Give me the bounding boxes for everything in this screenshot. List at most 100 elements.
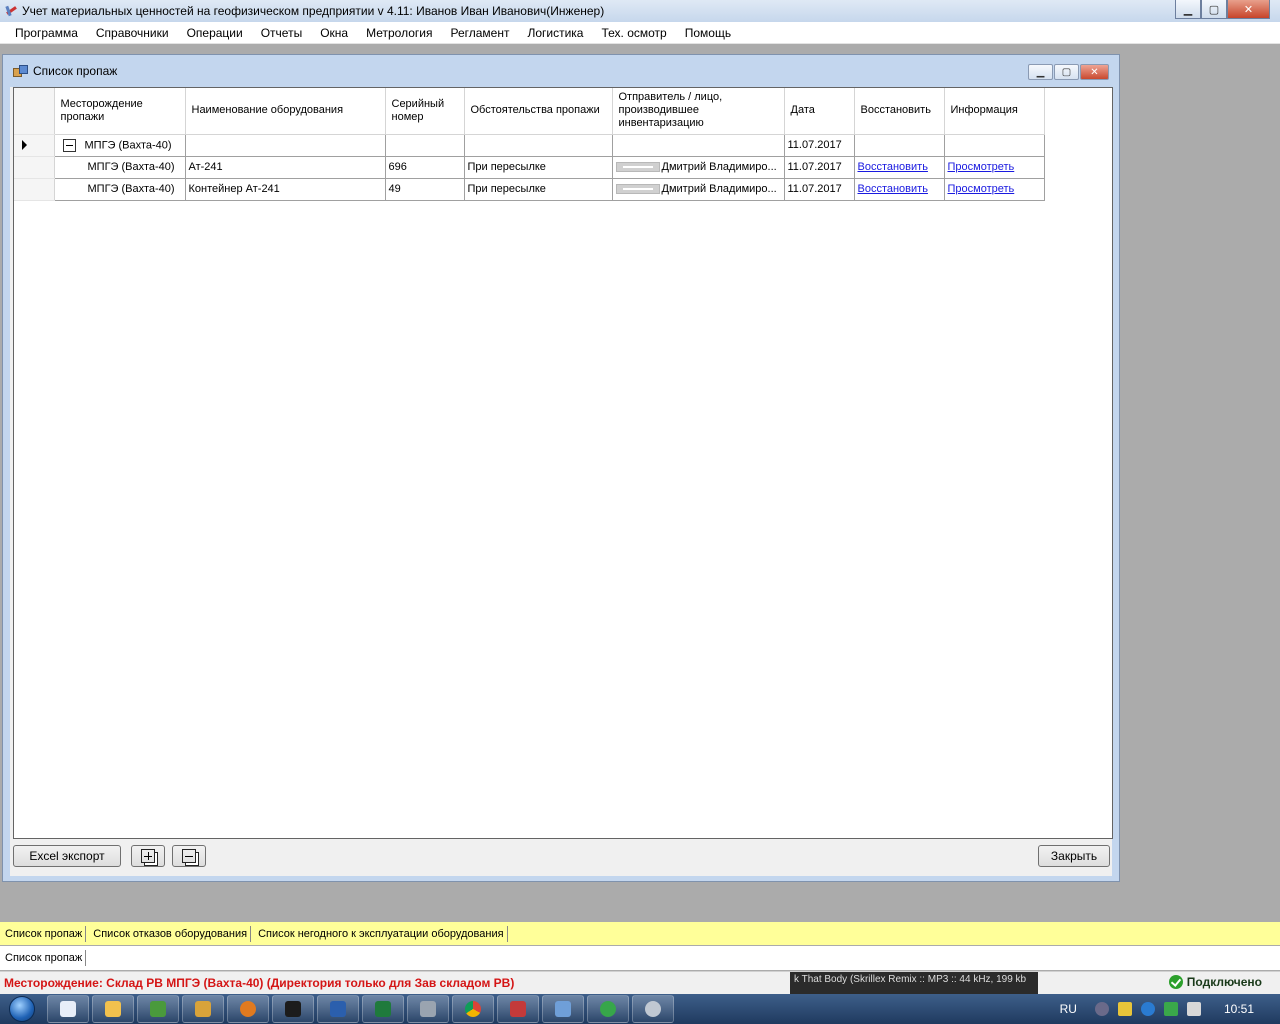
redacted-block — [615, 184, 660, 195]
taskbar-app-terminal[interactable] — [272, 995, 314, 1023]
col-header-sender[interactable]: Отправитель / лицо, производившее инвент… — [612, 88, 785, 135]
view-link[interactable]: Просмотреть — [948, 161, 1015, 173]
restore-link[interactable]: Восстановить — [858, 183, 928, 195]
col-header-field[interactable]: Месторождение пропажи — [54, 88, 186, 135]
taskbar-app-inventory[interactable] — [497, 995, 539, 1023]
circumstance-cell: При пересылке — [464, 156, 613, 179]
taskbar-app-tool[interactable] — [407, 995, 449, 1023]
view-link[interactable]: Просмотреть — [948, 183, 1015, 195]
tab-failure-list[interactable]: Список отказов оборудования — [90, 925, 252, 942]
close-window-button[interactable]: Закрыть — [1038, 845, 1110, 867]
clock[interactable]: 10:51 — [1224, 1002, 1254, 1016]
app-icon — [510, 1001, 526, 1017]
taskbar-app-word[interactable] — [317, 995, 359, 1023]
table-row[interactable]: МПГЭ (Вахта-40) Контейнер Ат-241 49 При … — [14, 178, 1045, 201]
connection-status-label: Подключено — [1186, 975, 1262, 989]
collapse-group-icon[interactable] — [63, 138, 76, 152]
row-selector[interactable] — [14, 178, 55, 201]
menu-reports[interactable]: Отчеты — [252, 26, 311, 40]
tray-network-icon[interactable] — [1163, 1002, 1178, 1016]
grid-header-row: Месторождение пропажи Наименование обору… — [14, 88, 1045, 135]
taskbar-app-notes[interactable] — [47, 995, 89, 1023]
group-row[interactable]: МПГЭ (Вахта-40) 11.07.2017 — [14, 134, 1045, 157]
menu-program[interactable]: Программа — [6, 26, 87, 40]
expand-all-icon — [141, 849, 155, 863]
loss-data-grid[interactable]: Месторождение пропажи Наименование обору… — [13, 87, 1113, 839]
col-header-circumstances[interactable]: Обстоятельства пропажи — [464, 88, 613, 135]
media-player-overlay: k That Body (Skrillex Remix :: MP3 :: 44… — [790, 972, 1038, 995]
menu-regulations[interactable]: Регламент — [441, 26, 518, 40]
date-cell: 11.07.2017 — [784, 178, 855, 201]
minimize-button[interactable]: ▁ — [1175, 0, 1201, 19]
collapse-all-icon — [182, 849, 196, 863]
tray-app-icon[interactable] — [1094, 1002, 1109, 1016]
col-header-equipment-name[interactable]: Наименование оборудования — [185, 88, 386, 135]
menu-bar: Программа Справочники Операции Отчеты Ок… — [0, 22, 1280, 44]
expand-all-button[interactable] — [131, 845, 165, 867]
status-bar: Месторождение: Склад РВ МПГЭ (Вахта-40) … — [0, 971, 1280, 994]
check-icon — [1168, 975, 1183, 989]
field-cell: МПГЭ (Вахта-40) — [54, 178, 186, 201]
taskbar-app-orange[interactable] — [227, 995, 269, 1023]
taskbar-app-green[interactable] — [137, 995, 179, 1023]
table-row[interactable]: МПГЭ (Вахта-40) Ат-241 696 При пересылке… — [14, 156, 1045, 179]
tray-browser-icon[interactable] — [1140, 1002, 1155, 1016]
taskbar-app-yellow[interactable] — [182, 995, 224, 1023]
close-button[interactable]: ✕ — [1227, 0, 1270, 19]
app-icon — [420, 1001, 436, 1017]
row-selector[interactable] — [14, 134, 55, 157]
chrome-icon — [465, 1001, 481, 1017]
group-cell-empty — [854, 134, 945, 157]
serial-cell: 49 — [385, 178, 465, 201]
tab-unfit-equipment-list[interactable]: Список негодного к эксплуатации оборудов… — [255, 925, 508, 942]
window-controls: ▁ ▢ ✕ — [1175, 0, 1270, 19]
row-selector[interactable] — [14, 156, 55, 179]
taskbar-app-excel[interactable] — [362, 995, 404, 1023]
collapse-all-button[interactable] — [172, 845, 206, 867]
menu-tech-inspection[interactable]: Тех. осмотр — [592, 26, 675, 40]
start-button[interactable] — [0, 994, 44, 1024]
group-cell-empty — [464, 134, 613, 157]
excel-export-button[interactable]: Excel экспорт — [13, 845, 121, 867]
restore-cell: Восстановить — [854, 156, 945, 179]
menu-references[interactable]: Справочники — [87, 26, 178, 40]
connection-status: Подключено — [1168, 975, 1262, 989]
tab-loss-list[interactable]: Список пропаж — [2, 925, 87, 942]
tab-loss-list-secondary[interactable]: Список пропаж — [2, 950, 87, 966]
menu-windows[interactable]: Окна — [311, 26, 357, 40]
child-close-button[interactable]: ✕ — [1080, 64, 1109, 80]
menu-operations[interactable]: Операции — [178, 26, 252, 40]
col-header-serial[interactable]: Серийный номер — [385, 88, 465, 135]
excel-icon — [375, 1001, 391, 1017]
menu-help[interactable]: Помощь — [676, 26, 740, 40]
taskbar-app-blue[interactable] — [542, 995, 584, 1023]
taskbar-app-circle[interactable] — [587, 995, 629, 1023]
current-row-arrow-icon — [22, 140, 27, 151]
app-icon — [240, 1001, 256, 1017]
tray-app-icon[interactable] — [1117, 1002, 1132, 1016]
notes-icon — [60, 1001, 76, 1017]
group-field-cell[interactable]: МПГЭ (Вахта-40) — [54, 134, 186, 157]
col-header-restore[interactable]: Восстановить — [854, 88, 945, 135]
sender-name: Дмитрий Владимиро... — [661, 161, 777, 173]
menu-logistics[interactable]: Логистика — [518, 26, 592, 40]
child-minimize-button[interactable]: ▁ — [1028, 64, 1053, 80]
taskbar-app-chrome[interactable] — [452, 995, 494, 1023]
loss-list-window: Список пропаж ▁ ▢ ✕ Месторождение пропаж… — [2, 54, 1120, 882]
system-tray: RU 10:51 — [1060, 994, 1280, 1024]
child-maximize-button[interactable]: ▢ — [1054, 64, 1079, 80]
circumstance-cell: При пересылке — [464, 178, 613, 201]
date-cell: 11.07.2017 — [784, 156, 855, 179]
taskbar-app-explorer[interactable] — [92, 995, 134, 1023]
app-icon — [150, 1001, 166, 1017]
sender-cell: Дмитрий Владимиро... — [612, 156, 785, 179]
app-icon — [195, 1001, 211, 1017]
menu-metrology[interactable]: Метрология — [357, 26, 441, 40]
col-header-date[interactable]: Дата — [784, 88, 855, 135]
restore-link[interactable]: Восстановить — [858, 161, 928, 173]
maximize-button[interactable]: ▢ — [1201, 0, 1227, 19]
volume-icon[interactable] — [1186, 1002, 1201, 1016]
col-header-info[interactable]: Информация — [944, 88, 1045, 135]
language-indicator[interactable]: RU — [1060, 1002, 1077, 1016]
taskbar-app-gray[interactable] — [632, 995, 674, 1023]
